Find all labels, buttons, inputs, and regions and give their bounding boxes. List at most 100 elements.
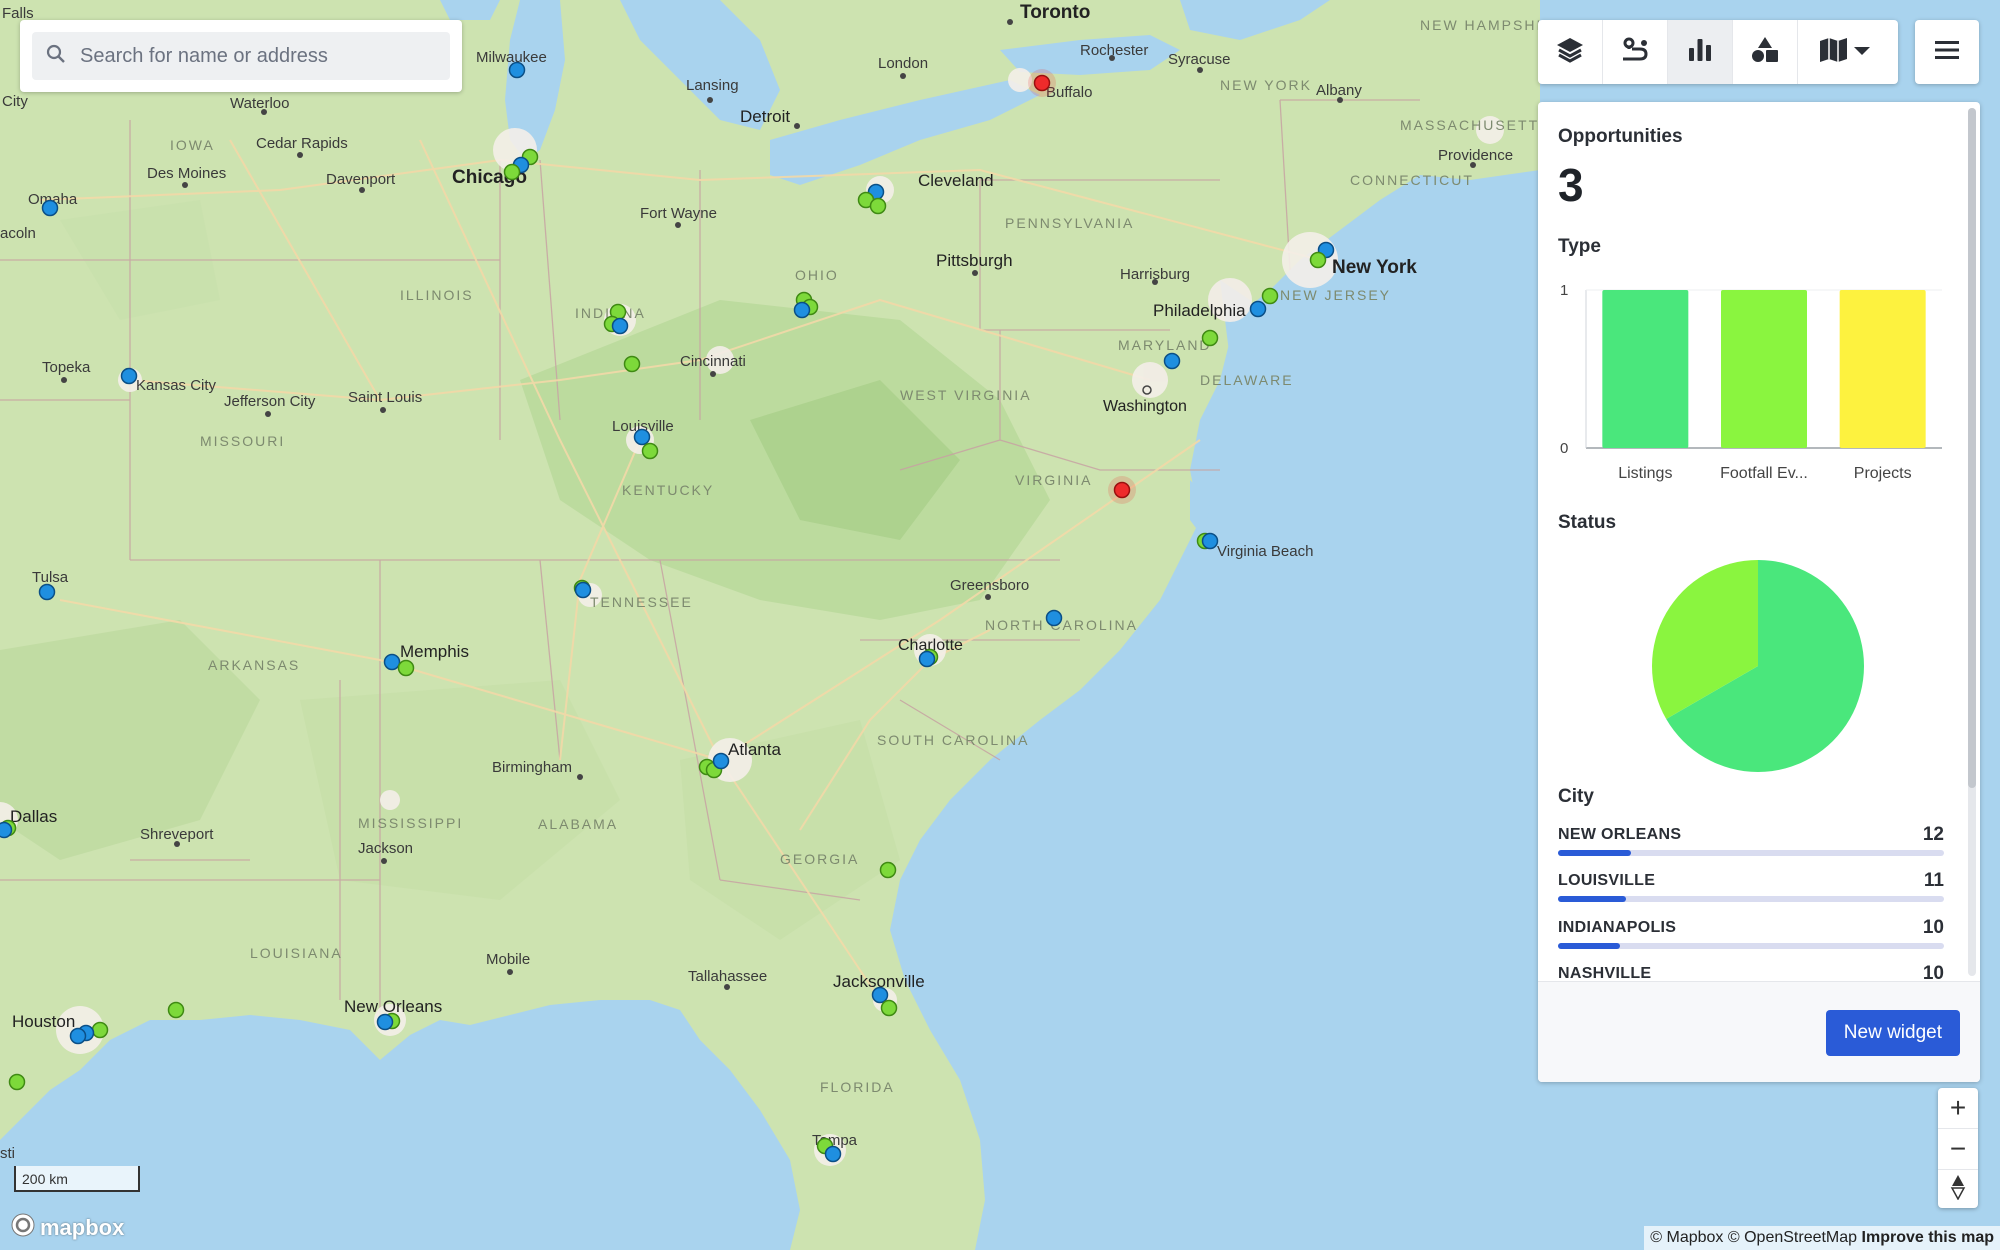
svg-text:Albany: Albany — [1316, 82, 1362, 99]
svg-text:London: London — [878, 55, 928, 72]
bar[interactable] — [1721, 290, 1807, 448]
opportunity-marker[interactable] — [91, 1021, 109, 1039]
city-row[interactable]: INDIANAPOLIS 10 — [1558, 917, 1944, 965]
opportunity-marker[interactable] — [871, 986, 889, 1004]
svg-text:Kansas City: Kansas City — [136, 377, 217, 394]
opportunity-marker[interactable] — [1201, 532, 1219, 550]
map-style-button[interactable] — [1798, 20, 1894, 84]
svg-text:Philadelphia: Philadelphia — [1153, 301, 1246, 320]
opportunity-marker[interactable] — [41, 199, 59, 217]
type-widget-title: Type — [1558, 236, 1601, 257]
opportunity-marker[interactable] — [879, 861, 897, 879]
opportunity-marker[interactable] — [1261, 287, 1279, 305]
opportunities-count: 3 — [1558, 159, 1584, 211]
bar-chart-icon — [1686, 36, 1714, 69]
opportunity-marker[interactable] — [611, 317, 629, 335]
svg-text:Virginia Beach: Virginia Beach — [1217, 543, 1313, 560]
city-row[interactable]: LOUISVILLE 11 — [1558, 870, 1944, 918]
widgets-scroll-area[interactable]: Opportunities 3 Type 0 1 Listings Footfall… — [1538, 102, 1980, 982]
svg-text:ALABAMA: ALABAMA — [538, 816, 618, 832]
svg-text:ARKANSAS: ARKANSAS — [208, 657, 300, 673]
zoom-in-button[interactable]: + — [1938, 1088, 1978, 1129]
opportunity-marker[interactable] — [167, 1001, 185, 1019]
opportunity-marker[interactable] — [869, 197, 887, 215]
opportunity-marker[interactable] — [69, 1027, 87, 1045]
svg-text:New York: New York — [1332, 257, 1417, 278]
opportunity-marker[interactable] — [824, 1145, 842, 1163]
svg-text:Detroit: Detroit — [740, 107, 790, 126]
opportunity-marker[interactable] — [1249, 300, 1267, 318]
panel-scrollbar[interactable] — [1968, 108, 1976, 976]
svg-text:CONNECTICUT: CONNECTICUT — [1350, 172, 1474, 188]
svg-text:Shreveport: Shreveport — [140, 826, 214, 843]
svg-text:NEW JERSEY: NEW JERSEY — [1280, 287, 1391, 303]
opportunity-marker[interactable] — [376, 1013, 394, 1031]
svg-text:DELAWARE: DELAWARE — [1200, 372, 1294, 388]
opportunity-marker[interactable] — [38, 583, 56, 601]
attribution-text[interactable]: © Mapbox © OpenStreetMap — [1650, 1229, 1857, 1246]
opportunity-marker[interactable] — [120, 367, 138, 385]
city-count: 12 — [1922, 824, 1944, 845]
svg-text:Memphis: Memphis — [400, 642, 469, 661]
opportunity-marker[interactable] — [1201, 329, 1219, 347]
search-field-wrapper[interactable] — [32, 32, 450, 80]
y-tick-label: 1 — [1560, 282, 1568, 299]
layers-icon — [1555, 35, 1585, 70]
svg-text:Jackson: Jackson — [358, 840, 413, 857]
svg-text:LOUISIANA: LOUISIANA — [250, 945, 343, 961]
search-input[interactable] — [78, 43, 442, 69]
zoom-controls: + − — [1938, 1088, 1978, 1208]
svg-text:GEORGIA: GEORGIA — [780, 851, 859, 867]
svg-text:Davenport: Davenport — [326, 171, 396, 188]
opportunity-marker[interactable] — [1045, 609, 1063, 627]
opportunity-marker[interactable] — [633, 428, 651, 446]
city-name: LOUISVILLE — [1558, 872, 1656, 889]
bar[interactable] — [1602, 290, 1689, 448]
shapes-button[interactable] — [1733, 20, 1798, 84]
layers-button[interactable] — [1538, 20, 1603, 84]
opportunity-marker[interactable] — [1113, 481, 1131, 499]
city-bar-track — [1558, 896, 1944, 902]
zoom-out-button[interactable]: − — [1938, 1129, 1978, 1170]
scrollbar-thumb[interactable] — [1968, 108, 1976, 788]
svg-text:Cincinnati: Cincinnati — [680, 353, 746, 370]
route-button[interactable] — [1603, 20, 1668, 84]
opportunity-marker[interactable] — [918, 650, 936, 668]
svg-text:Cleveland: Cleveland — [918, 171, 994, 190]
widgets-button[interactable] — [1668, 20, 1733, 84]
city-row[interactable]: NASHVILLE 10 — [1558, 963, 1944, 982]
compass-button[interactable] — [1938, 1170, 1978, 1210]
opportunity-marker[interactable] — [397, 659, 415, 677]
opportunity-marker[interactable] — [574, 581, 592, 599]
opportunity-marker[interactable] — [1309, 251, 1327, 269]
opportunity-marker[interactable] — [712, 752, 730, 770]
mapbox-logo[interactable]: mapbox — [10, 1212, 124, 1244]
city-row[interactable]: NEW ORLEANS 12 — [1558, 824, 1944, 872]
opportunity-marker[interactable] — [508, 61, 526, 79]
opportunity-marker[interactable] — [623, 355, 641, 373]
opportunity-marker[interactable] — [880, 999, 898, 1017]
improve-map-link[interactable]: Improve this map — [1862, 1229, 1994, 1246]
map-style-icon — [1818, 35, 1874, 70]
svg-text:Syracuse: Syracuse — [1168, 51, 1231, 68]
menu-button[interactable] — [1915, 20, 1979, 84]
opportunity-marker[interactable] — [503, 163, 521, 181]
opportunity-marker[interactable] — [0, 821, 13, 839]
svg-text:Washington: Washington — [1103, 398, 1187, 415]
mapbox-logo-icon — [10, 1212, 36, 1244]
city-name: NEW ORLEANS — [1558, 826, 1682, 843]
bar[interactable] — [1839, 290, 1926, 448]
svg-text:Cedar Rapids: Cedar Rapids — [256, 135, 348, 152]
opportunity-marker[interactable] — [641, 442, 659, 460]
svg-text:Lansing: Lansing — [686, 77, 739, 94]
opportunity-marker[interactable] — [383, 653, 401, 671]
svg-text:VIRGINIA: VIRGINIA — [1015, 472, 1092, 488]
new-widget-button[interactable]: New widget — [1825, 1010, 1960, 1056]
compass-icon — [1950, 1174, 1966, 1207]
opportunity-marker[interactable] — [793, 301, 811, 319]
svg-text:Dallas: Dallas — [10, 807, 57, 826]
opportunity-marker[interactable] — [1033, 74, 1051, 92]
opportunity-marker[interactable] — [1163, 352, 1181, 370]
svg-text:Birmingham: Birmingham — [492, 759, 572, 776]
opportunity-marker[interactable] — [8, 1073, 26, 1091]
